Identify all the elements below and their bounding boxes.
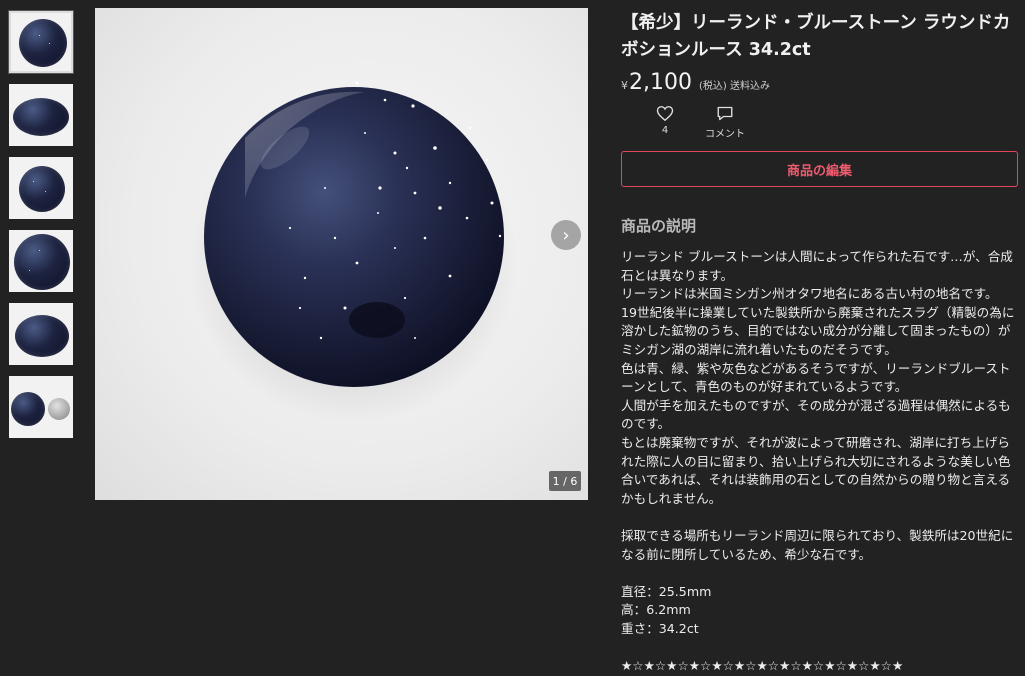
comment-button[interactable]: コメント <box>695 105 755 140</box>
heart-icon <box>656 106 674 122</box>
image-counter: 1 / 6 <box>549 471 581 491</box>
description-line: もとは廃棄物ですが、それが波によって研磨され、湖岸に打ち上げられた際に人の目に留… <box>621 434 1011 506</box>
thumbnail-6[interactable] <box>9 376 73 438</box>
product-info: 【希少】リーランド・ブルーストーン ラウンドカボションルース 34.2ct ¥ … <box>621 10 1021 676</box>
thumbnail-4[interactable] <box>9 230 73 292</box>
description-line: リーランド ブルーストーンは人間によって作られた石です…が、合成石とは異なります… <box>621 249 1013 283</box>
description-line: 人間が手を加えたものですが、その成分が混ざる過程は偶然によるものです。 <box>621 397 1011 432</box>
currency-symbol: ¥ <box>621 79 628 92</box>
description-line: 色は青、緑、紫や灰色などがあるそうですが、リーランドブルーストーンとして、青色の… <box>621 360 1011 395</box>
like-button[interactable]: 4 <box>635 105 695 140</box>
description-line: 直径：25.5mm <box>621 583 712 599</box>
description-line: リーランドは米国ミシガン州オタワ地名にある古い村の地名です。 <box>621 286 998 302</box>
main-product-image[interactable] <box>95 8 588 500</box>
product-title: 【希少】リーランド・ブルーストーン ラウンドカボションルース 34.2ct <box>621 13 1011 60</box>
stone-illustration <box>188 81 518 423</box>
thumbnail-3[interactable] <box>9 157 73 219</box>
description-line: 19世紀後半に操業していた製鉄所から廃棄されたスラグ（精製の為に溶かした鉱物のう… <box>621 304 1015 357</box>
likes-count: 4 <box>661 125 669 136</box>
description-line: 高：6.2mm <box>621 602 691 618</box>
action-bar: 4 コメント <box>635 105 1021 140</box>
description-line: ★☆★☆★☆★☆★☆★☆★☆★☆★☆★☆★☆★☆★ <box>621 658 904 674</box>
description-line: 採取できる場所もリーランド周辺に限られており、製鉄所は20世紀になる前に閉所して… <box>621 527 1014 562</box>
price-row: ¥ 2,100 (税込) 送料込み <box>621 70 1021 95</box>
thumbnail-2[interactable] <box>9 84 73 146</box>
thumbnail-1[interactable] <box>8 10 74 74</box>
comment-icon <box>717 106 733 121</box>
tax-note: (税込) 送料込み <box>698 81 770 92</box>
edit-product-button[interactable]: 商品の編集 <box>621 151 1018 187</box>
thumbnail-list <box>8 10 75 449</box>
description-line: 重さ：34.2ct <box>621 620 699 636</box>
chevron-right-icon: › <box>562 224 570 246</box>
thumbnail-5[interactable] <box>9 303 73 365</box>
comment-label: コメント <box>705 129 745 140</box>
description-body: リーランド ブルーストーンは人間によって作られた石です…が、合成石とは異なります… <box>621 248 1021 676</box>
price: 2,100 <box>629 70 692 95</box>
next-image-button[interactable]: › <box>551 220 581 250</box>
description-heading: 商品の説明 <box>621 217 697 235</box>
